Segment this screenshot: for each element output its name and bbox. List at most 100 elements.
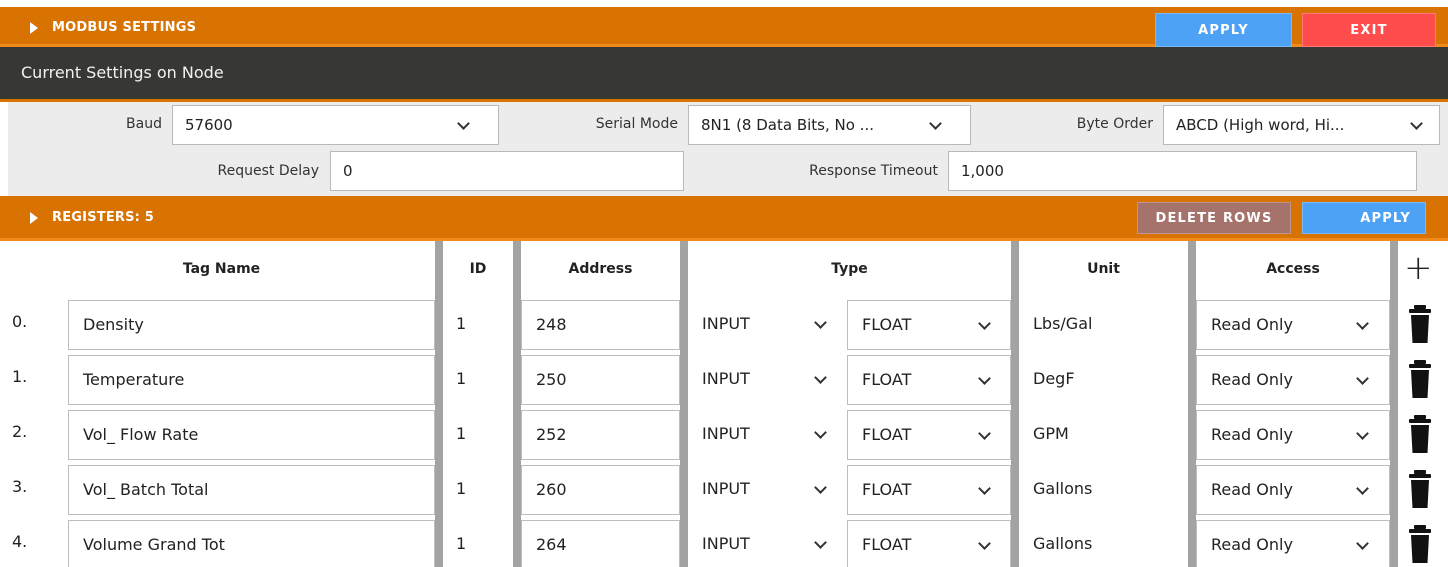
id-value[interactable]: 1 [456,314,466,333]
tag-name-input[interactable]: Temperature [68,355,435,405]
address-input[interactable]: 260 [521,465,680,515]
chevron-down-icon [814,426,827,439]
tag-name-input[interactable]: Volume Grand Tot [68,520,435,567]
access-select[interactable]: Read Only [1196,355,1390,405]
baud-value: 57600 [185,116,233,134]
format-select[interactable]: FLOAT [847,520,1011,567]
type-select[interactable]: INPUT [688,465,847,515]
id-value[interactable]: 1 [456,424,466,443]
type-select[interactable]: INPUT [688,520,847,567]
unit-input[interactable]: Lbs/Gal [1019,300,1188,350]
trash-icon[interactable] [1408,305,1432,343]
current-settings-title: Current Settings on Node [21,63,224,82]
request-delay-input[interactable]: 0 [330,151,684,191]
address-input[interactable]: 264 [521,520,680,567]
access-select[interactable]: Read Only [1196,520,1390,567]
id-value[interactable]: 1 [456,479,466,498]
chevron-down-icon [1356,317,1369,330]
chevron-down-icon [1356,372,1369,385]
registers-table: Tag Name ID Address Type Unit Access + 0… [8,241,1448,567]
format-select[interactable]: FLOAT [847,300,1011,350]
row-index: 1. [12,367,28,386]
registers-bar: REGISTERS: 5 DELETE ROWS APPLY [0,196,1448,241]
access-value: Read Only [1211,425,1293,444]
access-value: Read Only [1211,315,1293,334]
access-select[interactable]: Read Only [1196,300,1390,350]
apply-registers-button[interactable]: APPLY [1302,202,1426,234]
tag-name-input[interactable]: Vol_ Batch Total [68,465,435,515]
column-divider [435,241,443,567]
access-value: Read Only [1211,480,1293,499]
row-index: 3. [12,477,28,496]
access-value: Read Only [1211,370,1293,389]
tag-name-input[interactable]: Density [68,300,435,350]
byte-order-select[interactable]: ABCD (High word, Hi... [1163,105,1440,145]
chevron-down-icon [814,481,827,494]
chevron-down-icon [978,482,991,495]
id-value[interactable]: 1 [456,534,466,553]
baud-label: Baud [126,116,162,132]
type-value: INPUT [702,534,750,553]
format-value: FLOAT [862,535,912,554]
chevron-down-icon [978,372,991,385]
row-index: 2. [12,422,28,441]
current-settings-bar: Current Settings on Node [0,47,1448,102]
id-value[interactable]: 1 [456,369,466,388]
chevron-down-icon [814,371,827,384]
type-value: INPUT [702,314,750,333]
request-delay-label: Request Delay [217,163,319,179]
type-select[interactable]: INPUT [688,410,847,460]
chevron-down-icon [814,536,827,549]
response-timeout-input[interactable]: 1,000 [948,151,1417,191]
byte-order-value: ABCD (High word, Hi... [1176,116,1345,134]
unit-input[interactable]: Gallons [1019,520,1188,567]
access-select[interactable]: Read Only [1196,410,1390,460]
chevron-down-icon [929,117,942,130]
tag-name-input[interactable]: Vol_ Flow Rate [68,410,435,460]
access-select[interactable]: Read Only [1196,465,1390,515]
unit-input[interactable]: Gallons [1019,465,1188,515]
modbus-settings-title: MODBUS SETTINGS [52,20,197,35]
column-divider [513,241,521,567]
byte-order-label: Byte Order [1076,116,1153,132]
unit-input[interactable]: GPM [1019,410,1188,460]
type-value: INPUT [702,424,750,443]
type-select[interactable]: INPUT [688,300,847,350]
modbus-settings-toggle[interactable]: MODBUS SETTINGS [30,20,196,35]
chevron-down-icon [1356,537,1369,550]
column-divider [1011,241,1019,567]
chevron-down-icon [1410,117,1423,130]
triangle-right-icon [30,211,38,224]
row-index: 0. [12,312,28,331]
trash-icon[interactable] [1408,525,1432,563]
format-select[interactable]: FLOAT [847,410,1011,460]
access-value: Read Only [1211,535,1293,554]
type-header: Type [688,241,1011,297]
exit-button[interactable]: EXIT [1302,13,1436,47]
unit-header: Unit [1019,241,1188,297]
trash-icon[interactable] [1408,360,1432,398]
unit-input[interactable]: DegF [1019,355,1188,405]
address-input[interactable]: 252 [521,410,680,460]
address-header: Address [521,241,680,297]
type-select[interactable]: INPUT [688,355,847,405]
registers-toggle[interactable]: REGISTERS: 5 [30,210,154,225]
format-select[interactable]: FLOAT [847,465,1011,515]
column-divider [1390,241,1398,567]
plus-icon[interactable]: + [1404,251,1433,285]
delete-rows-button[interactable]: DELETE ROWS [1137,202,1291,234]
serial-mode-select[interactable]: 8N1 (8 Data Bits, No ... [688,105,971,145]
format-value: FLOAT [862,315,912,334]
chevron-down-icon [1356,482,1369,495]
format-value: FLOAT [862,370,912,389]
format-value: FLOAT [862,425,912,444]
chevron-down-icon [1356,427,1369,440]
chevron-down-icon [978,317,991,330]
trash-icon[interactable] [1408,415,1432,453]
address-input[interactable]: 250 [521,355,680,405]
apply-settings-button[interactable]: APPLY [1155,13,1292,47]
format-select[interactable]: FLOAT [847,355,1011,405]
address-input[interactable]: 248 [521,300,680,350]
trash-icon[interactable] [1408,470,1432,508]
baud-select[interactable]: 57600 [172,105,499,145]
